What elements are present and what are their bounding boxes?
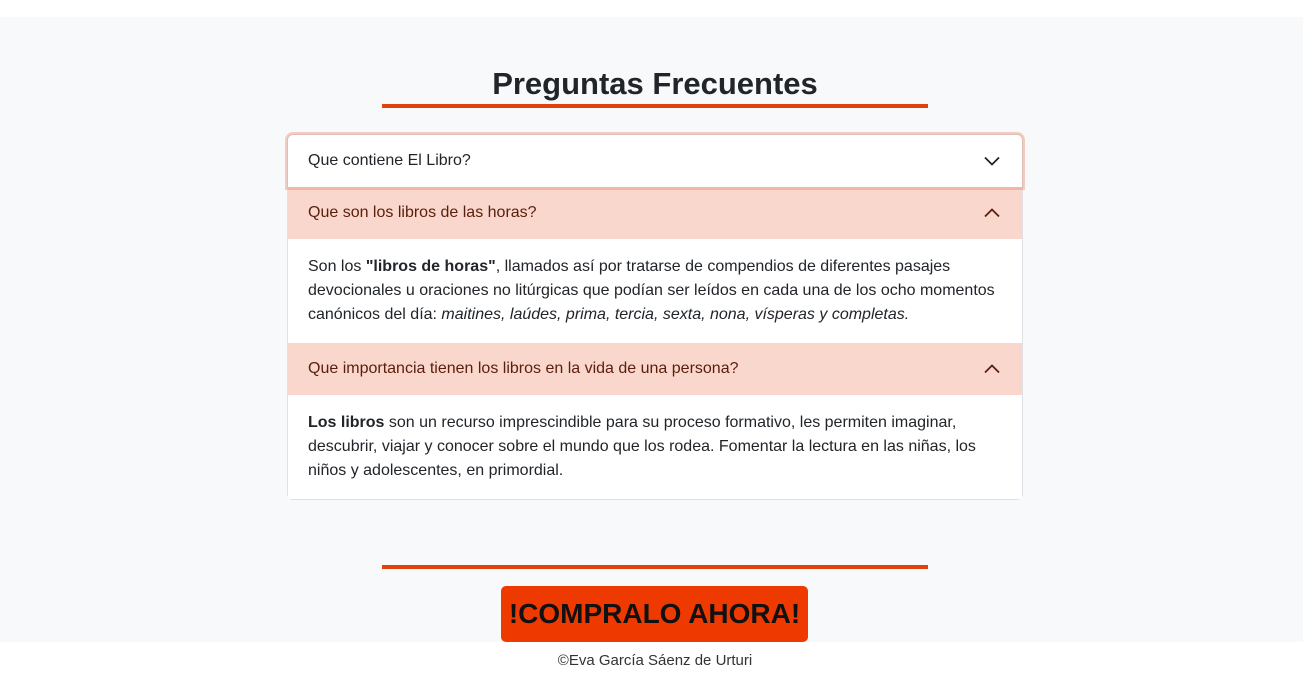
accordion-question: Que importancia tienen los libros en la … — [308, 360, 739, 377]
accordion-item: Que contiene El Libro? — [288, 135, 1022, 187]
accordion-question: Que son los libros de las horas? — [308, 204, 537, 221]
accordion-toggle-importancia[interactable]: Que importancia tienen los libros en la … — [288, 343, 1022, 395]
answer-text: Son los — [308, 258, 366, 275]
page-title: Preguntas Frecuentes — [492, 66, 818, 101]
accordion-toggle-libros-horas[interactable]: Que son los libros de las horas? — [288, 187, 1022, 239]
accordion-toggle-que-contiene[interactable]: Que contiene El Libro? — [288, 135, 1022, 187]
answer-hours-list: maitines, laúdes, prima, tercia, sexta, … — [441, 306, 910, 323]
answer-emphasis: "libros de horas" — [365, 258, 496, 275]
faq-accordion: Que contiene El Libro? Que son los libro… — [287, 134, 1023, 500]
answer-text: son un recurso imprescindible para su pr… — [308, 414, 976, 479]
buy-now-button[interactable]: !COMPRALO AHORA! — [501, 586, 808, 642]
accordion-item: Que importancia tienen los libros en la … — [288, 343, 1022, 499]
chevron-down-icon — [982, 151, 1002, 171]
chevron-up-icon — [982, 359, 1002, 379]
cta-divider — [382, 565, 928, 569]
accordion-item: Que son los libros de las horas? Son los… — [288, 187, 1022, 343]
accordion-answer: Son los "libros de horas", llamados así … — [288, 239, 1022, 343]
answer-emphasis: Los libros — [308, 414, 385, 431]
title-divider — [382, 104, 928, 108]
footer-copyright: ©Eva García Sáenz de Urturi — [557, 652, 753, 669]
accordion-question: Que contiene El Libro? — [308, 152, 471, 169]
accordion-answer: Los libros son un recurso imprescindible… — [288, 395, 1022, 499]
chevron-up-icon — [982, 203, 1002, 223]
